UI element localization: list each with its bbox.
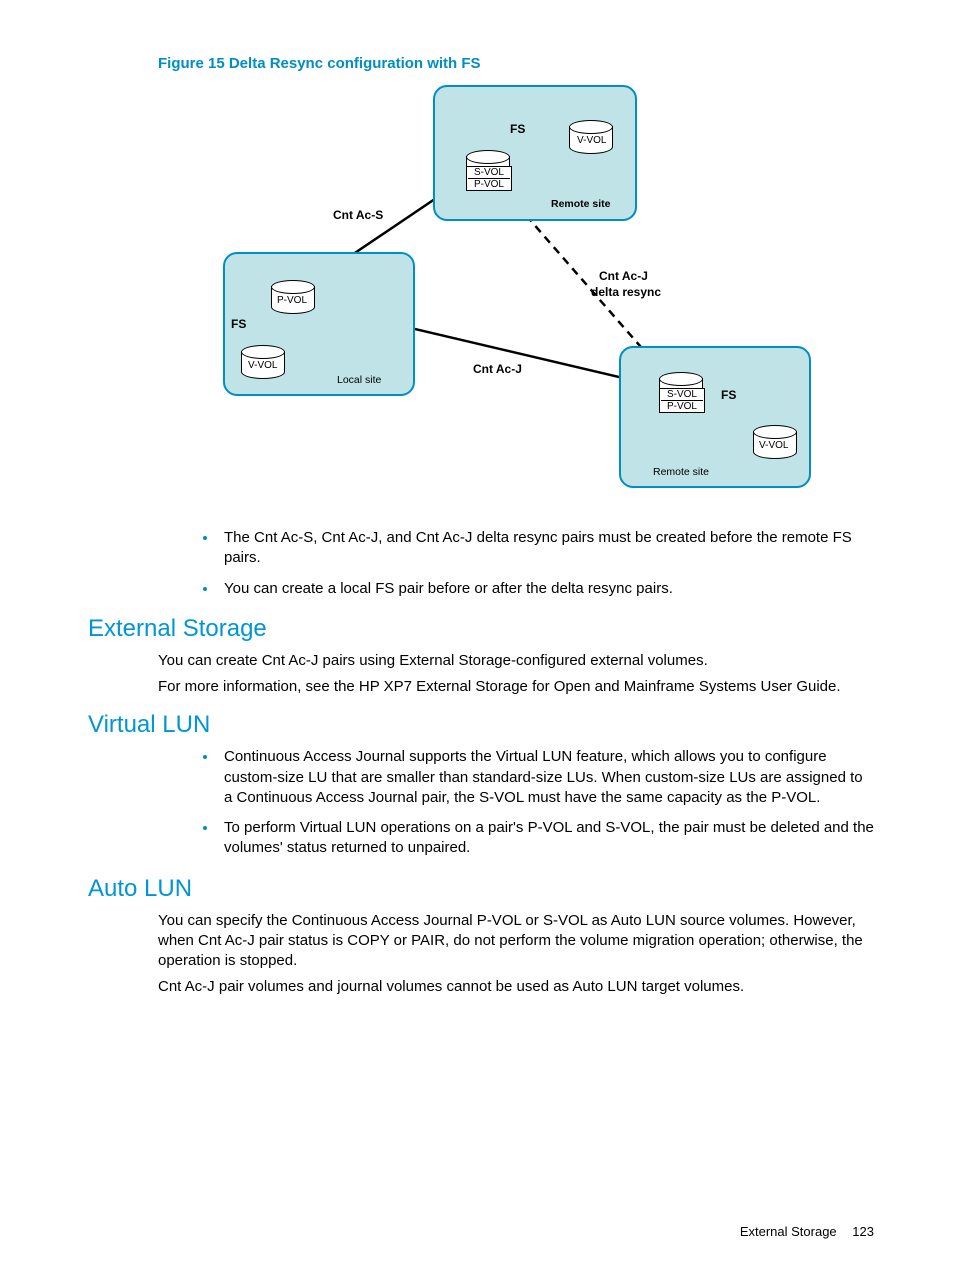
paragraph: Cnt Ac-J pair volumes and journal volume… <box>158 977 874 997</box>
fs-label: FS <box>231 317 246 331</box>
diagram: S-VOLP-VOL FS V-VOL Remote site P-VOL FS… <box>158 80 874 504</box>
heading-virtual-lun: Virtual LUN <box>88 711 874 739</box>
paragraph: You can create Cnt Ac-J pairs using Exte… <box>158 651 874 671</box>
cnt-ac-s-label: Cnt Ac-S <box>333 208 383 222</box>
virtual-lun-list: Continuous Access Journal supports the V… <box>88 747 874 858</box>
svol-pvol-label: S-VOLP-VOL <box>466 166 512 191</box>
cnt-ac-j-label: Cnt Ac-J <box>473 362 522 376</box>
fs-label: FS <box>510 122 525 136</box>
remote-site-lower <box>619 346 811 488</box>
cnt-ac-j-delta-label: Cnt Ac-J <box>599 269 648 283</box>
list-item: Continuous Access Journal supports the V… <box>218 747 874 808</box>
list-item: You can create a local FS pair before or… <box>218 579 874 599</box>
figure-caption: Figure 15 Delta Resync configuration wit… <box>158 55 874 72</box>
footer-section: External Storage <box>740 1224 837 1239</box>
remote-site-label: Remote site <box>551 198 611 210</box>
remote-site-label: Remote site <box>653 466 709 478</box>
heading-external-storage: External Storage <box>88 615 874 643</box>
local-site-label: Local site <box>337 374 381 386</box>
heading-auto-lun: Auto LUN <box>88 875 874 903</box>
vvol-label: V-VOL <box>248 360 277 371</box>
delta-resync-label: delta resync <box>591 285 661 299</box>
svol-pvol-label: S-VOLP-VOL <box>659 388 705 413</box>
fs-label: FS <box>721 388 736 402</box>
paragraph: You can specify the Continuous Access Jo… <box>158 911 874 972</box>
paragraph: For more information, see the HP XP7 Ext… <box>158 677 874 697</box>
vvol-label: V-VOL <box>759 440 788 451</box>
pvol-label: P-VOL <box>277 295 307 306</box>
figure-notes-list: The Cnt Ac-S, Cnt Ac-J, and Cnt Ac-J del… <box>88 528 874 599</box>
page-footer: External Storage 123 <box>740 1224 874 1239</box>
list-item: The Cnt Ac-S, Cnt Ac-J, and Cnt Ac-J del… <box>218 528 874 569</box>
page-number: 123 <box>852 1224 874 1239</box>
list-item: To perform Virtual LUN operations on a p… <box>218 818 874 859</box>
vvol-label: V-VOL <box>577 135 606 146</box>
